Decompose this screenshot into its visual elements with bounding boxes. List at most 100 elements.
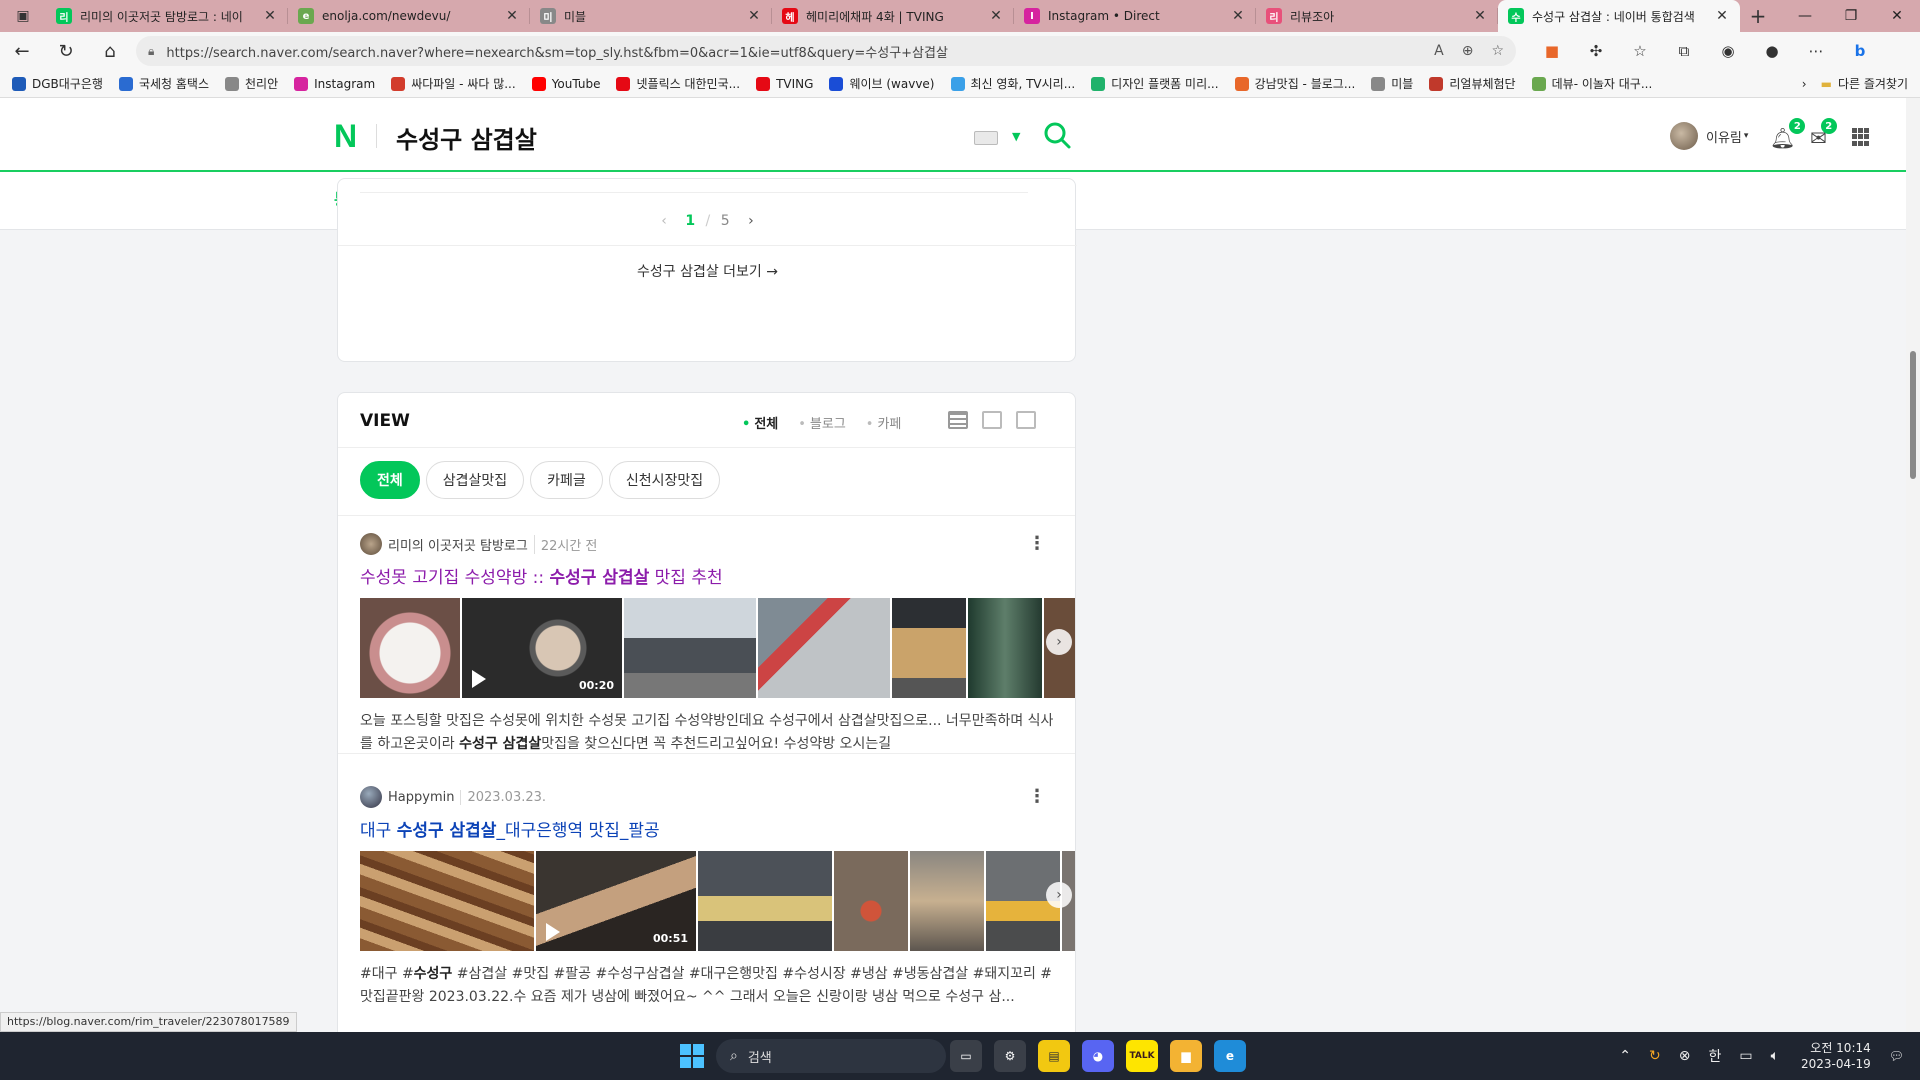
post-author[interactable]: 리미의 이곳저곳 탐방로그	[388, 535, 528, 554]
keyboard-icon[interactable]	[974, 131, 998, 145]
view-filter-label[interactable]: 전체	[754, 417, 778, 432]
close-window-icon[interactable]: ✕	[1874, 8, 1920, 24]
bookmark-label[interactable]: DGB대구은행	[32, 75, 103, 92]
search-query-input[interactable]: 수성구 삼겹살	[396, 120, 537, 155]
network-icon[interactable]: ▭	[1739, 1048, 1752, 1064]
scrollbar-thumb[interactable]	[1910, 351, 1916, 479]
address-bar[interactable]: 🔒︎ https://search.naver.com/search.naver…	[136, 36, 1516, 66]
user-menu[interactable]: 이유림 ▾	[1670, 122, 1748, 150]
bookmark-item[interactable]: 넷플릭스 대한민국...	[616, 75, 740, 92]
tab-title[interactable]: 미블	[564, 8, 746, 25]
play-icon[interactable]	[472, 670, 486, 688]
minimize-icon[interactable]: —	[1782, 8, 1828, 24]
post-title-post[interactable]: _대구은행역 맛집_팔공	[496, 821, 659, 841]
windows-start-icon[interactable]	[680, 1044, 704, 1068]
naver-logo[interactable]: N	[334, 118, 357, 155]
detail-view-icon[interactable]	[982, 411, 1002, 429]
author-avatar[interactable]	[360, 533, 382, 555]
close-icon[interactable]: ✕	[262, 8, 278, 24]
browser-tab[interactable]: 리 리미의 이곳저곳 탐방로그 : 네이 ✕	[46, 0, 288, 32]
browser-tab[interactable]: I Instagram • Direct ✕	[1014, 0, 1256, 32]
clock[interactable]: 오전 10:14 2023-04-19	[1801, 1040, 1871, 1072]
bookmark-label[interactable]: 데뷰- 이놀자 대구...	[1552, 75, 1653, 92]
bookmark-item[interactable]: Instagram	[294, 75, 375, 92]
next-image-icon[interactable]: ›	[1046, 629, 1072, 655]
video-view-icon[interactable]	[1016, 411, 1036, 429]
profile-icon[interactable]: ●	[1750, 42, 1794, 60]
sync-icon[interactable]: ↻	[1649, 1048, 1661, 1064]
view-filter[interactable]: • 카페	[866, 413, 902, 432]
view-filter[interactable]: • 전체	[742, 413, 778, 432]
tab-title[interactable]: 리미의 이곳저곳 탐방로그 : 네이	[80, 8, 262, 25]
bookmark-item[interactable]: 디자인 플랫폼 미리...	[1091, 75, 1219, 92]
bookmark-item[interactable]: 미블	[1371, 75, 1413, 92]
browser-tab[interactable]: 미 미블 ✕	[530, 0, 772, 32]
browser-tab[interactable]: 헤 헤미리에채파 4화 | TVING ✕	[772, 0, 1014, 32]
favorite-star-icon[interactable]: ☆	[1491, 43, 1504, 59]
close-icon[interactable]: ✕	[746, 8, 762, 24]
author-avatar[interactable]	[360, 786, 382, 808]
bookmark-label[interactable]: Instagram	[314, 77, 375, 91]
other-favorites-label[interactable]: 다른 즐겨찾기	[1838, 75, 1908, 92]
close-icon[interactable]: ✕	[1472, 8, 1488, 24]
bing-icon[interactable]: b	[1838, 42, 1882, 60]
view-filter-label[interactable]: 블로그	[810, 417, 846, 432]
more-menu-icon[interactable]: ⋯	[1794, 42, 1838, 60]
collections-icon[interactable]: ⧉	[1662, 42, 1706, 60]
bookmark-label[interactable]: 넷플릭스 대한민국...	[636, 75, 740, 92]
close-icon[interactable]: ✕	[988, 8, 1004, 24]
post-thumbnail[interactable]	[360, 851, 534, 951]
post-thumbnail[interactable]	[968, 598, 1042, 698]
bookmark-label[interactable]: 강남맛집 - 블로그...	[1255, 75, 1356, 92]
sticky-notes-icon[interactable]: ▤	[1038, 1040, 1070, 1072]
chevron-left-icon[interactable]: ‹	[661, 213, 667, 229]
filter-chip[interactable]: 전체	[360, 461, 420, 499]
close-icon[interactable]: ✕	[1714, 8, 1730, 24]
view-filter-label[interactable]: 카페	[877, 417, 901, 432]
taskbar-search[interactable]: ⌕ 검색	[716, 1039, 946, 1073]
post-thumbnail[interactable]	[360, 598, 460, 698]
bookmark-item[interactable]: DGB대구은행	[12, 75, 103, 92]
bookmark-label[interactable]: TVING	[776, 77, 813, 91]
zoom-icon[interactable]: ⊕	[1462, 43, 1474, 59]
chevron-right-icon[interactable]: ›	[748, 213, 754, 229]
bookmark-item[interactable]: 천리안	[225, 75, 278, 92]
tab-title[interactable]: enolja.com/newdevu/	[322, 9, 504, 23]
bookmark-label[interactable]: 리얼뷰체험단	[1449, 75, 1515, 92]
bookmark-item[interactable]: 싸다파일 - 싸다 많...	[391, 75, 516, 92]
tab-title[interactable]: Instagram • Direct	[1048, 9, 1230, 23]
post-title-highlight[interactable]: 수성구 삼겹살	[549, 568, 649, 588]
tab-title[interactable]: 리뷰조아	[1290, 8, 1472, 25]
post-thumbnail[interactable]	[892, 598, 966, 698]
post-title[interactable]: 수성못 고기집 수성약방 :: 수성구 삼겹살 맛집 추천	[360, 563, 1060, 588]
volume-icon[interactable]: 🔈︎	[1771, 1048, 1779, 1064]
kakaotalk-icon[interactable]: TALK	[1126, 1040, 1158, 1072]
apps-grid-icon[interactable]	[1852, 128, 1870, 146]
settings-icon[interactable]: ⚙	[994, 1040, 1026, 1072]
history-icon[interactable]: ◉	[1706, 42, 1750, 60]
bookmark-item[interactable]: 데뷰- 이놀자 대구...	[1531, 75, 1653, 92]
post-title-highlight[interactable]: 수성구 삼겹살	[397, 821, 497, 841]
user-name[interactable]: 이유림	[1706, 127, 1742, 146]
task-view-icon[interactable]: ▭	[950, 1040, 982, 1072]
bookmark-label[interactable]: 웨이브 (wavve)	[849, 75, 934, 92]
extensions-puzzle-icon[interactable]: ✣	[1574, 42, 1618, 60]
bookmark-label[interactable]: 싸다파일 - 싸다 많...	[411, 75, 516, 92]
home-icon[interactable]: ⌂	[88, 41, 132, 62]
post-author[interactable]: Happymin	[388, 790, 454, 805]
search-icon[interactable]	[1042, 120, 1072, 150]
post-title[interactable]: 대구 수성구 삼겹살_대구은행역 맛집_팔공	[360, 816, 1060, 841]
browser-tab[interactable]: e enolja.com/newdevu/✕	[288, 0, 530, 32]
close-circle-icon[interactable]: ⊗	[1679, 1048, 1691, 1064]
bookmark-label[interactable]: 디자인 플랫폼 미리...	[1111, 75, 1218, 92]
post-thumbnail[interactable]	[910, 851, 984, 951]
close-icon[interactable]: ✕	[504, 8, 520, 24]
kebab-menu-icon[interactable]: ⋮	[1028, 533, 1046, 554]
restore-icon[interactable]: ❐	[1828, 8, 1874, 24]
tab-title[interactable]: 헤미리에채파 4화 | TVING	[806, 8, 988, 25]
bookmark-item[interactable]: 강남맛집 - 블로그...	[1234, 75, 1356, 92]
browser-tab[interactable]: 리 리뷰조아 ✕	[1256, 0, 1498, 32]
bookmark-label[interactable]: 미블	[1391, 75, 1413, 92]
edge-icon[interactable]: e	[1214, 1040, 1246, 1072]
bookmark-item[interactable]: 웨이브 (wavve)	[829, 75, 935, 92]
